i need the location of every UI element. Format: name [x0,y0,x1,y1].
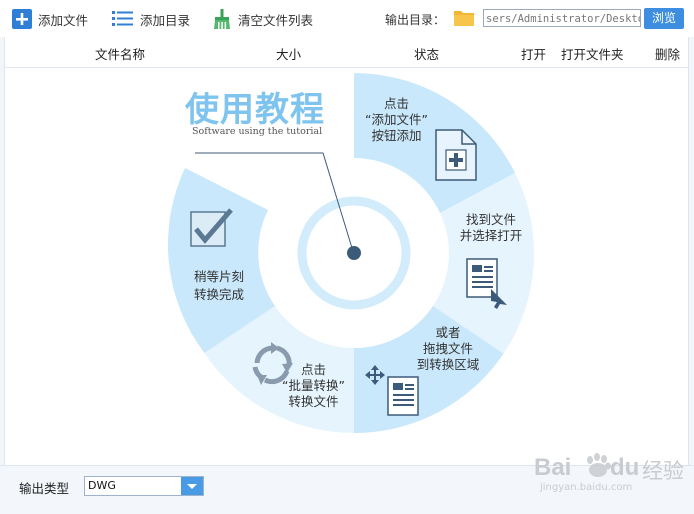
add-directory-button[interactable]: 添加目录 [112,8,190,30]
step4-line1: 点击 [300,362,326,377]
output-dir-label: 输出目录： [385,13,446,27]
right-border [688,37,694,465]
tutorial-title: 使用教程 [185,90,325,130]
col-delete: 删除 [655,47,681,62]
browse-button[interactable]: 浏览 [644,8,684,29]
step1-line1: 点击 [383,96,409,111]
col-size: 大小 [276,47,302,62]
col-open: 打开 [521,47,547,62]
watermark-brand: Bai [534,454,572,481]
step2-line1: 找到文件 [465,212,516,227]
toolbar: 添加文件 添加目录 清空文件列表 输出目录： sers/Administrato… [0,0,694,38]
add-file-label: 添加文件 [38,12,89,28]
step2-text: 找到文件 并选择打开 [451,212,531,244]
file-list-area[interactable]: 使用教程 Software using the tutorial 点击 “添加文… [5,68,688,463]
add-document-icon [435,129,477,181]
step3-text: 或者 拖拽文件 到转换区域 [403,325,493,373]
step1-line3: 按钮添加 [371,128,422,143]
step3-line2: 拖拽文件 [422,341,473,356]
col-file-name: 文件名称 [95,47,146,62]
step3-line3: 到转换区域 [416,357,480,372]
list-icon [112,11,133,26]
watermark-url: jingyan.baidu.com [540,482,633,493]
baidu-watermark: Bai du 经验 jingyan.baidu.com [532,450,692,500]
step5-line1: 稍等片刻 [193,269,244,284]
clear-list-button[interactable]: 清空文件列表 [212,8,313,30]
col-status: 状态 [414,47,440,62]
paw-icon [587,453,611,477]
step1-line2: “添加文件” [365,112,428,127]
chevron-down-icon[interactable] [181,477,203,495]
center-dot [347,246,361,260]
clear-list-label: 清空文件列表 [238,12,314,28]
output-type-select[interactable]: DWG [84,476,204,496]
step1-text: 点击 “添加文件” 按钮添加 [354,96,439,144]
step3-line1: 或者 [435,325,461,340]
step4-line3: 转换文件 [288,394,339,409]
step2-line2: 并选择打开 [459,228,523,243]
folder-icon[interactable] [454,9,474,26]
output-type-value: DWG [88,479,116,492]
plus-icon [12,9,32,29]
broom-icon [214,9,230,29]
watermark-brand2: du [610,454,640,481]
file-list-header: 文件名称 大小 状态 打开 打开文件夹 删除 [5,37,688,68]
watermark-suffix: 经验 [642,459,684,483]
add-file-button[interactable]: 添加文件 [12,8,88,30]
step5-text: 稍等片刻 转换完成 [183,268,255,304]
checkbox-icon [190,208,233,247]
output-type-label: 输出类型 [19,481,70,496]
col-open-folder: 打开文件夹 [561,47,624,62]
add-directory-label: 添加目录 [140,12,191,28]
step4-text: 点击 “批量转换” 转换文件 [271,362,356,410]
output-path-input[interactable]: sers/Administrator/Desktop [483,9,641,27]
tutorial-subtitle: Software using the tutorial [192,126,323,137]
step4-line2: “批量转换” [282,378,345,393]
step5-line2: 转换完成 [193,287,244,302]
